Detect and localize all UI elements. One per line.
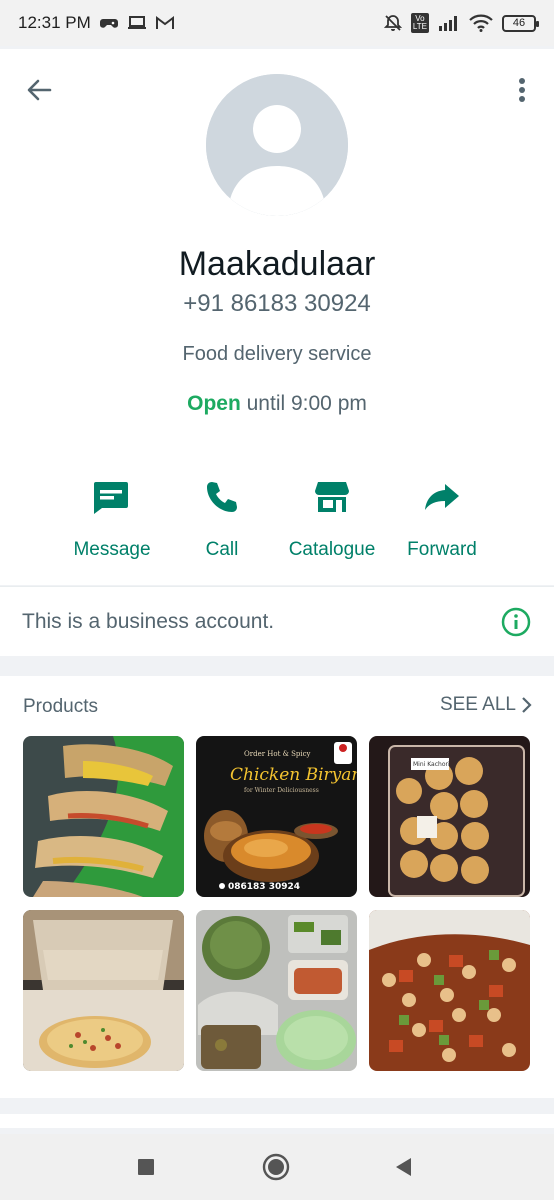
phone-icon — [207, 482, 237, 512]
open-status: Open — [187, 392, 241, 415]
triangle-back-icon — [396, 1158, 411, 1176]
wifi-icon — [469, 14, 493, 32]
biryani-poster-image: Order Hot & Spicy Chicken Biryani for Wi… — [196, 736, 357, 897]
see-all-button[interactable]: SEE ALL — [440, 694, 532, 716]
puri-badge-text: Mini Kachori — [413, 761, 450, 768]
more-vert-icon — [519, 78, 525, 102]
status-bar: 12:31 PM Vo LTE 46 — [0, 0, 554, 46]
tacos-image — [23, 736, 184, 897]
contact-name: Maakadulaar — [178, 245, 376, 283]
volte-icon: Vo LTE — [410, 13, 429, 33]
info-icon — [501, 607, 531, 636]
forward-label: Forward — [407, 539, 477, 560]
business-hours: Open until 9:00 pm — [0, 392, 554, 416]
forward-icon — [425, 484, 459, 510]
info-button[interactable] — [500, 606, 532, 638]
arrow-back-icon — [27, 79, 52, 101]
product-thumbnail-pizza[interactable] — [23, 910, 184, 1071]
status-time: 12:31 PM — [18, 13, 91, 32]
call-label: Call — [205, 539, 239, 560]
product-thumbnail-meal-box[interactable] — [196, 910, 357, 1071]
signal-icon — [439, 16, 457, 31]
circle-home-icon — [262, 1153, 290, 1181]
status-system-icons: Vo LTE 46 — [383, 13, 539, 33]
square-recents-icon — [138, 1159, 154, 1175]
products-grid: Order Hot & Spicy Chicken Biryani for Wi… — [23, 736, 531, 1071]
profile-card: Maakadulaar +91 86183 30924 Food deliver… — [0, 49, 554, 585]
more-options-button[interactable] — [510, 75, 534, 105]
pizza-box-image — [23, 910, 184, 1071]
battery-icon: 46 — [502, 14, 539, 32]
poster-subtitle-text: for Winter Deliciousness — [244, 787, 319, 794]
chevron-right-icon — [522, 697, 532, 713]
catalogue-label: Catalogue — [288, 539, 376, 560]
hours-text: until 9:00 pm — [240, 392, 367, 415]
business-account-text: This is a business account. — [22, 609, 275, 633]
avatar[interactable] — [206, 74, 348, 216]
status-notification-icons — [99, 15, 175, 31]
puri-box-image: Mini Kachori — [369, 736, 530, 897]
next-section-edge — [0, 1114, 554, 1128]
meal-box-image — [196, 910, 357, 1071]
message-label: Message — [73, 539, 151, 560]
business-category: Food delivery service — [182, 343, 372, 365]
gmail-icon — [155, 16, 174, 29]
products-title: Products — [23, 696, 98, 717]
message-icon — [94, 482, 128, 514]
action-buttons: Message Call Catalogue Forward — [0, 475, 554, 571]
bell-muted-icon — [383, 15, 402, 31]
home-button[interactable] — [261, 1152, 291, 1182]
back-button[interactable] — [24, 75, 54, 105]
storefront-icon — [315, 482, 349, 512]
see-all-label: SEE ALL — [439, 694, 516, 715]
game-controller-icon — [99, 19, 118, 28]
products-section: Products SEE ALL Order Hot & Spicy Chick… — [0, 676, 554, 1098]
system-navigation-bar — [0, 1134, 554, 1200]
poster-phone-text: 086183 30924 — [228, 882, 300, 892]
product-thumbnail-biryani[interactable]: Order Hot & Spicy Chicken Biryani for Wi… — [196, 736, 357, 897]
product-thumbnail-tacos[interactable] — [23, 736, 184, 897]
poster-title-text: Chicken Biryani — [230, 765, 357, 785]
default-person-icon — [206, 74, 348, 216]
poster-top-text: Order Hot & Spicy — [244, 750, 311, 758]
contact-phone: +91 86183 30924 — [183, 290, 371, 317]
product-thumbnail-salad[interactable] — [369, 910, 530, 1071]
salad-image — [369, 910, 530, 1071]
product-thumbnail-puri[interactable]: Mini Kachori — [369, 736, 530, 897]
recents-button[interactable] — [131, 1152, 161, 1182]
back-nav-button[interactable] — [389, 1152, 419, 1182]
forward-button[interactable]: Forward — [377, 475, 507, 561]
laptop-icon — [127, 16, 146, 29]
business-account-row[interactable]: This is a business account. — [0, 586, 554, 656]
